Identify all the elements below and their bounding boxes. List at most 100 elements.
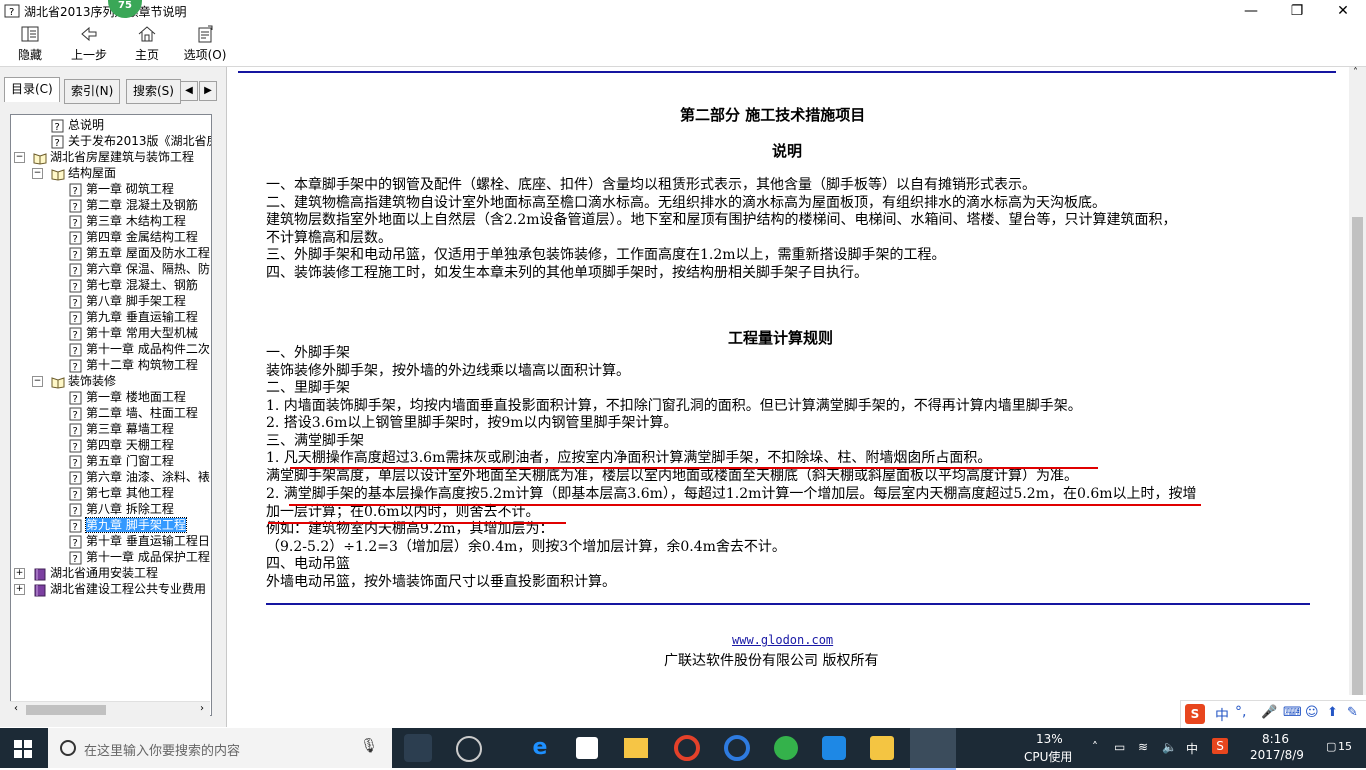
store-icon[interactable] (576, 737, 598, 759)
taskbar-search-box[interactable]: 在这里输入你要搜索的内容 🎙 (48, 728, 392, 768)
tree-node-label: 湖北省房屋建筑与装饰工程 (50, 150, 195, 164)
svg-text:?: ? (73, 538, 78, 549)
hide-button[interactable]: 隐藏 (12, 24, 48, 64)
tree-expander-icon[interactable]: − (14, 152, 25, 163)
microphone-icon[interactable]: 🎙 (360, 738, 378, 754)
glodon-app-icon[interactable] (674, 735, 700, 761)
tree-node[interactable]: ? 第十章 垂直运输工程日 (69, 533, 210, 549)
wifi-icon[interactable]: ≋ (1138, 740, 1148, 754)
tree-node[interactable]: ? 第十一章 成品保护工程 (69, 549, 210, 565)
app-green-icon[interactable] (774, 736, 798, 760)
tree-node[interactable]: ? 第十章 常用大型机械 (69, 325, 198, 341)
tree-node-label: 第四章 金属结构工程 (86, 230, 198, 244)
tree-node[interactable]: ? 第二章 混凝土及钢筋 (69, 197, 198, 213)
sogou-tray-icon[interactable]: S (1212, 738, 1228, 754)
skin-icon[interactable]: ☺ (1305, 705, 1319, 720)
tree-node[interactable]: ? 第十一章 成品构件二次 (69, 341, 210, 357)
open-book-icon (51, 376, 65, 389)
keyboard-icon[interactable]: ⌨ (1283, 705, 1302, 720)
tree-node[interactable]: ? 第七章 混凝土、钢筋 (69, 277, 198, 293)
sogou-logo-icon[interactable]: S (1185, 704, 1205, 724)
microphone-icon[interactable]: 🎤 (1261, 705, 1277, 720)
tree-node[interactable]: ? 第七章 其他工程 (69, 485, 174, 501)
tree-expander-icon[interactable]: − (32, 168, 43, 179)
tree-horizontal-scrollbar[interactable]: ‹ › (10, 701, 210, 718)
svg-text:?: ? (73, 426, 78, 437)
scroll-up-arrow-icon[interactable]: ˄ (1353, 67, 1358, 78)
glodon-app-2-icon[interactable] (724, 735, 750, 761)
footer-link[interactable]: www.glodon.com (732, 633, 833, 647)
ime-punctuation[interactable]: °, (1235, 704, 1246, 720)
tab-scroll-left-button[interactable]: ◀ (180, 81, 198, 101)
home-button[interactable]: 主页 (130, 24, 164, 64)
tree-node[interactable]: ? 第一章 楼地面工程 (69, 389, 186, 405)
tree-node[interactable]: ? 第九章 垂直运输工程 (69, 309, 198, 325)
file-explorer-icon[interactable] (624, 738, 648, 758)
tree-node[interactable]: ? 第六章 保温、隔热、防 (69, 261, 210, 277)
tree-node-label: 第十章 垂直运输工程日 (86, 534, 210, 548)
clock-date[interactable]: 2017/8/9 (1250, 748, 1304, 762)
action-center-icon[interactable]: ▢ (1326, 740, 1336, 753)
windows-start-icon[interactable] (14, 740, 32, 758)
tree-node[interactable]: ? 第八章 拆除工程 (69, 501, 174, 517)
tree-node[interactable]: ? 第六章 油漆、涂料、裱 (69, 469, 210, 485)
tree-node[interactable]: ? 第三章 木结构工程 (69, 213, 186, 229)
contents-tree[interactable]: ?总说明?关于发布2013版《湖北省房屋−湖北省房屋建筑与装饰工程−结构屋面?第… (10, 114, 212, 716)
options-button[interactable]: 选项(O) (182, 24, 228, 64)
tools-icon[interactable]: ✎ (1347, 705, 1358, 720)
tree-node[interactable]: ? 第三章 幕墙工程 (69, 421, 174, 437)
tree-node[interactable]: ? 第四章 金属结构工程 (69, 229, 198, 245)
scroll-left-arrow-icon[interactable]: ‹ (14, 703, 18, 714)
tree-node[interactable]: 湖北省建设工程公共专业费用 (33, 581, 206, 597)
rule-line: 1. 凡天棚操作高度超过3.6m需抹灰或刷油者，应按室内净面积计算满堂脚手架，不… (266, 450, 992, 466)
tree-expander-icon[interactable]: + (14, 568, 25, 579)
close-button[interactable]: ✕ (1320, 0, 1366, 22)
edge-browser-icon[interactable]: e (526, 734, 554, 762)
clock-time[interactable]: 8:16 (1262, 732, 1289, 746)
minimize-button[interactable]: — (1228, 0, 1274, 22)
tab-scroll-right-button[interactable]: ▶ (199, 81, 217, 101)
tree-node[interactable]: ? 第十二章 构筑物工程 (69, 357, 198, 373)
ime-language[interactable]: 中 (1215, 705, 1229, 725)
highlight-underline (290, 467, 1098, 469)
ime-indicator[interactable]: 中 (1186, 740, 1198, 757)
upload-icon[interactable]: ⬆ (1327, 705, 1338, 720)
tree-node[interactable]: ? 第五章 门窗工程 (69, 453, 174, 469)
volume-icon[interactable]: 🔈 (1162, 740, 1177, 754)
tree-node-label: 第五章 屋面及防水工程 (86, 246, 210, 260)
tab-index[interactable]: 索引(N) (64, 79, 121, 104)
rule-line: 加一层计算；在0.6m以内时，则舍去不计。 (266, 503, 540, 520)
scroll-thumb[interactable] (26, 705, 106, 715)
tree-node-label: 第四章 天棚工程 (86, 438, 174, 452)
highlight-underline (289, 504, 1201, 506)
tab-search[interactable]: 搜索(S) (126, 79, 181, 104)
tree-node[interactable]: 湖北省房屋建筑与装饰工程 (33, 149, 194, 165)
restore-button[interactable]: ❐ (1274, 0, 1320, 22)
tree-node[interactable]: ? 总说明 (51, 117, 104, 133)
svg-text:?: ? (73, 330, 78, 341)
scroll-thumb[interactable] (1352, 217, 1363, 695)
tree-node[interactable]: 湖北省通用安装工程 (33, 565, 158, 581)
tree-node[interactable]: ? 第一章 砌筑工程 (69, 181, 174, 197)
tree-node[interactable]: 装饰装修 (51, 373, 116, 389)
task-view-icon[interactable] (404, 734, 432, 762)
tree-expander-icon[interactable]: − (32, 376, 43, 387)
document-vertical-scrollbar[interactable]: ˄ (1349, 67, 1366, 695)
help-viewer-taskbar-button[interactable] (910, 728, 956, 770)
tree-node[interactable]: ? 关于发布2013版《湖北省房屋 (51, 133, 211, 149)
tab-contents[interactable]: 目录(C) (4, 77, 60, 102)
tree-node[interactable]: ? 第四章 天棚工程 (69, 437, 174, 453)
tree-expander-icon[interactable]: + (14, 584, 25, 595)
network-icon[interactable]: ▭ (1114, 740, 1125, 754)
tree-node[interactable]: ? 第八章 脚手架工程 (69, 293, 186, 309)
notes-icon[interactable] (870, 736, 894, 760)
tree-node[interactable]: ? 第五章 屋面及防水工程 (69, 245, 210, 261)
back-button[interactable]: 上一步 (66, 24, 112, 64)
tree-node[interactable]: 结构屋面 (51, 165, 116, 181)
tree-node[interactable]: ? 第九章 脚手架工程 (69, 517, 187, 533)
app-blue-plus-icon[interactable] (822, 736, 846, 760)
tree-node[interactable]: ? 第二章 墙、柱面工程 (69, 405, 198, 421)
show-hidden-icons-icon[interactable]: ˄ (1092, 740, 1098, 754)
scroll-right-arrow-icon[interactable]: › (200, 703, 204, 714)
app-launcher-icon[interactable] (456, 736, 482, 762)
